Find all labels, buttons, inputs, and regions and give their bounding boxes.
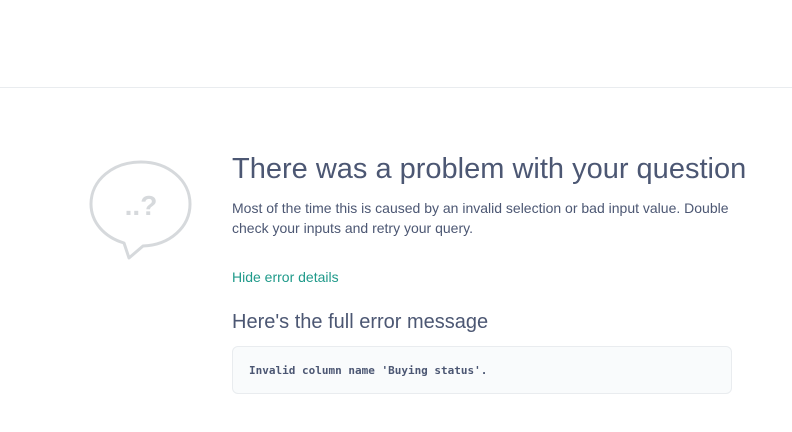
error-description: Most of the time this is caused by an in… — [232, 200, 729, 236]
top-bar — [0, 0, 792, 88]
error-content: There was a problem with your question M… — [232, 150, 747, 394]
error-title: There was a problem with your question — [232, 153, 747, 185]
bubble-text: ..? — [125, 190, 158, 221]
error-message-text: Invalid column name 'Buying status'. — [249, 363, 488, 377]
error-details-heading: Here's the full error message — [232, 311, 489, 333]
question-bubble-icon: ..? — [89, 160, 192, 260]
error-message-box: Invalid column name 'Buying status'. — [232, 346, 732, 394]
hide-error-details-link[interactable]: Hide error details — [232, 267, 339, 287]
